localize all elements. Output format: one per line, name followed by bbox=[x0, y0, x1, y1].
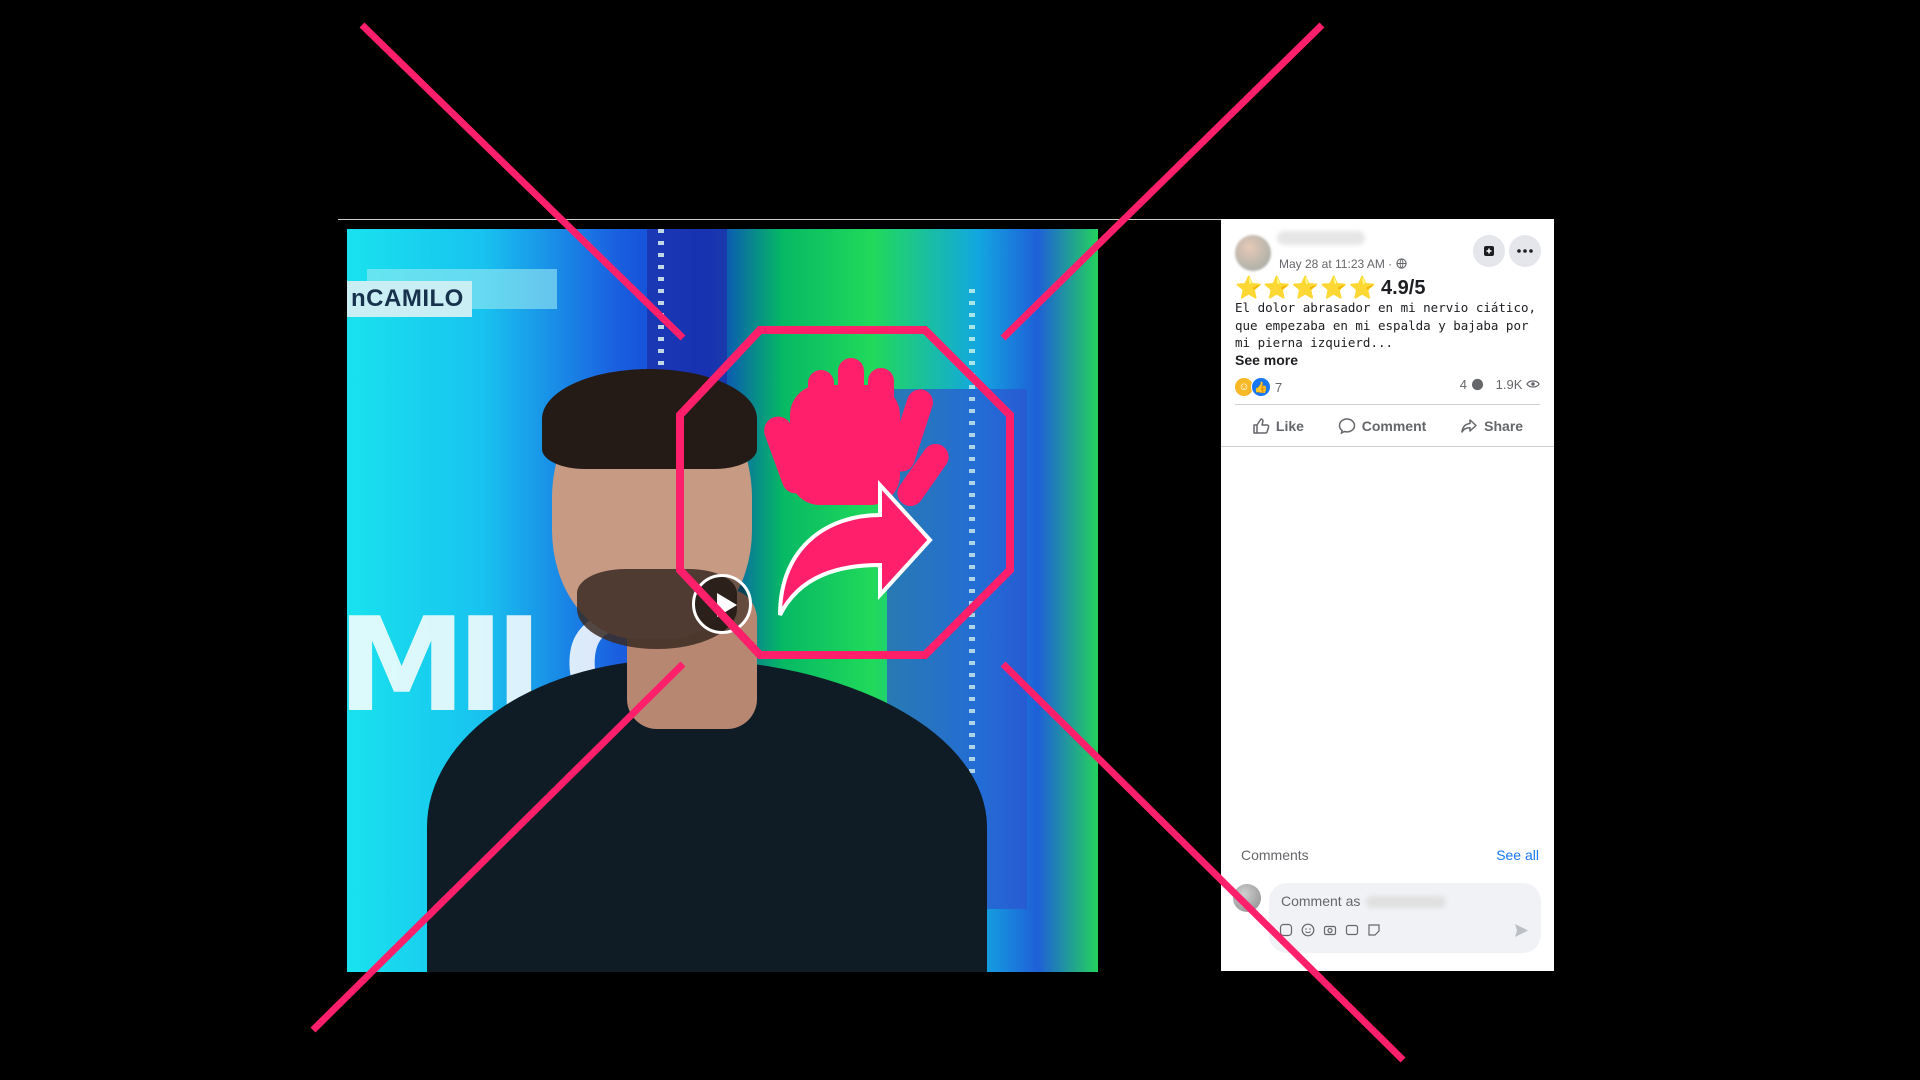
thumbs-up-icon bbox=[1253, 418, 1270, 434]
emoji-icon[interactable] bbox=[1301, 923, 1315, 937]
camera-icon[interactable] bbox=[1323, 923, 1337, 937]
reactions-summary[interactable]: ☺ 👍 7 bbox=[1235, 377, 1282, 397]
send-icon[interactable] bbox=[1514, 923, 1529, 942]
channel-badge: nCAMILO bbox=[347, 281, 472, 317]
comment-label: Comment bbox=[1361, 418, 1427, 434]
divider bbox=[1235, 404, 1540, 405]
person-hair bbox=[542, 369, 757, 469]
share-button[interactable]: Share bbox=[1460, 417, 1523, 435]
view-stat: 1.9K bbox=[1496, 377, 1540, 392]
composer-tools bbox=[1279, 923, 1381, 937]
like-button[interactable]: Like bbox=[1252, 417, 1304, 435]
comment-icon bbox=[1338, 418, 1356, 435]
see-all-link[interactable]: See all bbox=[1496, 847, 1539, 863]
comment-button[interactable]: Comment bbox=[1338, 417, 1427, 435]
share-icon bbox=[1461, 419, 1477, 433]
video-player[interactable]: nCAMILO MILO bbox=[338, 219, 1221, 974]
comment-placeholder: Comment as bbox=[1281, 893, 1361, 909]
comment-composer[interactable]: Comment as bbox=[1269, 883, 1541, 953]
rating-line: ⭐⭐⭐⭐⭐ 4.9/5 bbox=[1235, 275, 1425, 301]
post-stats: 4 1.9K bbox=[1460, 377, 1540, 392]
sticker-icon[interactable] bbox=[1279, 923, 1293, 937]
divider bbox=[1221, 446, 1554, 447]
video-frame: nCAMILO MILO bbox=[347, 229, 1098, 972]
like-label: Like bbox=[1275, 418, 1304, 434]
eye-icon bbox=[1526, 380, 1540, 388]
commenter-name-redacted bbox=[1366, 896, 1447, 909]
share-label: Share bbox=[1484, 418, 1524, 434]
post-meta: May 28 at 11:23 AM · bbox=[1279, 257, 1407, 271]
avatar-sticker-icon[interactable] bbox=[1367, 923, 1381, 937]
view-count: 1.9K bbox=[1495, 377, 1523, 392]
action-bar: Like Comment Share bbox=[1235, 407, 1540, 445]
comments-heading: Comments bbox=[1241, 847, 1309, 863]
post-timestamp[interactable]: May 28 at 11:23 AM · bbox=[1279, 257, 1392, 271]
more-icon[interactable] bbox=[1509, 235, 1541, 267]
commenter-avatar bbox=[1233, 884, 1261, 912]
play-icon[interactable] bbox=[692, 574, 752, 634]
gif-icon[interactable] bbox=[1345, 923, 1359, 937]
see-more-link[interactable]: See more bbox=[1235, 352, 1298, 368]
author-avatar[interactable] bbox=[1235, 235, 1271, 271]
comment-stat[interactable]: 4 bbox=[1460, 377, 1484, 392]
globe-icon bbox=[1395, 258, 1407, 269]
comment-bubble-icon bbox=[1471, 378, 1483, 391]
rating-stars: ⭐⭐⭐⭐⭐ bbox=[1235, 275, 1377, 300]
comment-count: 4 bbox=[1459, 377, 1467, 392]
comment-input[interactable]: Comment as bbox=[1281, 893, 1447, 909]
like-reaction-icon: 👍 bbox=[1251, 377, 1271, 397]
post-body: El dolor abrasador en mi nervio ciático,… bbox=[1235, 300, 1537, 350]
bookmark-icon[interactable] bbox=[1473, 235, 1505, 267]
facebook-post-panel: May 28 at 11:23 AM · ⭐⭐⭐⭐⭐ 4.9/5 El dolo… bbox=[1221, 219, 1554, 971]
author-name-redacted bbox=[1277, 231, 1365, 245]
rating-score: 4.9/5 bbox=[1380, 276, 1426, 299]
reaction-count: 7 bbox=[1275, 379, 1283, 395]
